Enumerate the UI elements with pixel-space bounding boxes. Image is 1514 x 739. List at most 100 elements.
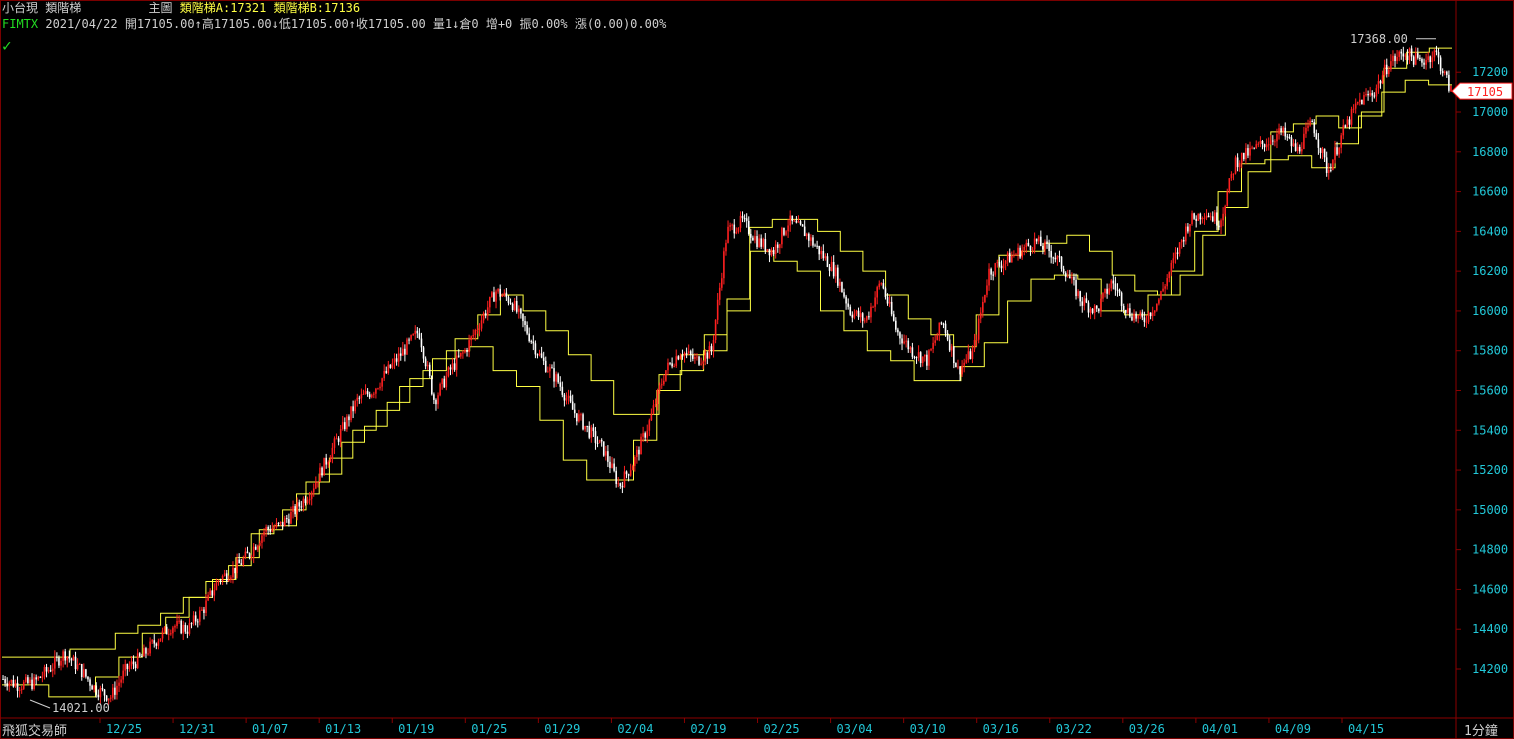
candle-body	[1383, 64, 1386, 76]
candle-body	[462, 352, 464, 354]
candle-body	[555, 374, 557, 382]
candle-body	[758, 238, 760, 247]
candle-body	[70, 658, 73, 661]
candle-body	[816, 245, 818, 247]
candle-body	[151, 640, 153, 642]
candle-body	[250, 556, 253, 558]
candle-body	[907, 340, 910, 350]
candle-body	[1398, 51, 1400, 57]
candle-body	[1060, 256, 1063, 269]
candle-body	[594, 431, 597, 443]
candle-body	[1106, 288, 1108, 294]
candle-body	[1033, 238, 1036, 250]
candle-body	[911, 347, 914, 357]
candle-body	[926, 354, 928, 366]
candle-body	[1377, 81, 1380, 89]
candle-body	[445, 376, 448, 388]
candle-body	[940, 322, 943, 324]
candle-body	[1334, 147, 1336, 160]
candle-body	[507, 297, 510, 303]
candle-body	[1441, 71, 1444, 74]
candle-body	[161, 630, 164, 639]
candle-body	[130, 661, 133, 666]
x-tick-label: 01/25	[471, 722, 507, 736]
candle-body	[186, 631, 189, 634]
candle-body	[1439, 57, 1442, 72]
candle-body	[1288, 136, 1291, 138]
candle-body	[408, 339, 410, 341]
candle-body	[54, 656, 56, 669]
candle-body	[967, 351, 970, 360]
candle-body	[955, 363, 957, 368]
candle-body	[1071, 276, 1073, 279]
candle-body	[557, 374, 559, 383]
interval-label[interactable]: 1分鐘	[1464, 720, 1498, 739]
candle-body	[62, 651, 64, 661]
candle-body	[1396, 56, 1398, 61]
candle-body	[692, 355, 694, 359]
candle-body	[580, 414, 582, 416]
candle-body	[1427, 56, 1429, 60]
candle-body	[598, 439, 601, 444]
candle-body	[1296, 146, 1299, 151]
candle-body	[118, 682, 120, 686]
candle-body	[257, 545, 259, 550]
candle-body	[629, 470, 632, 476]
candle-body	[265, 527, 267, 532]
x-tick-label: 04/09	[1275, 722, 1311, 736]
candle-body	[689, 351, 692, 356]
candle-body	[1122, 305, 1125, 310]
candle-body	[667, 362, 669, 371]
candle-body	[1313, 122, 1316, 134]
candle-body	[795, 220, 798, 223]
candle-body	[393, 358, 396, 364]
candle-body	[219, 580, 222, 582]
candle-body	[1230, 174, 1233, 179]
candle-body	[1075, 280, 1077, 297]
candle-body	[1367, 94, 1369, 96]
candle-body	[1166, 278, 1168, 287]
candle-body	[903, 341, 905, 344]
candle-body	[377, 388, 379, 390]
y-tick-label: 14200	[1472, 662, 1508, 676]
candle-body	[704, 352, 707, 362]
candle-body	[1042, 246, 1044, 250]
candle-body	[203, 609, 205, 613]
candle-body	[414, 330, 417, 335]
candle-body	[1114, 283, 1117, 290]
candle-body	[576, 413, 578, 422]
candle-body	[503, 292, 506, 296]
candle-body	[1278, 128, 1280, 135]
candle-body	[1272, 140, 1274, 142]
candle-body	[99, 688, 102, 698]
candle-body	[439, 384, 441, 396]
candle-body	[818, 245, 820, 255]
candle-body	[1199, 213, 1202, 220]
candle-body	[35, 677, 37, 680]
candle-body	[998, 262, 1001, 266]
candle-body	[839, 282, 841, 286]
candle-body	[368, 394, 371, 398]
candle-body	[1127, 308, 1129, 313]
candle-body	[1234, 157, 1237, 174]
candle-body	[787, 225, 789, 232]
candle-body	[1110, 280, 1113, 289]
candle-body	[306, 500, 309, 503]
candle-body	[843, 292, 845, 297]
candle-body	[1263, 144, 1266, 148]
candle-body	[768, 249, 771, 256]
candle-body	[938, 322, 941, 336]
candle-body	[1450, 86, 1452, 91]
candle-body	[530, 341, 533, 343]
candle-body	[828, 267, 831, 271]
candle-body	[391, 363, 394, 368]
candle-body	[29, 679, 31, 684]
candle-body	[520, 308, 522, 314]
candle-body	[561, 386, 564, 395]
candle-body	[1116, 289, 1119, 291]
candle-body	[223, 573, 226, 576]
candle-body	[549, 367, 551, 372]
candle-body	[2, 678, 4, 680]
ladder-b-line	[2, 79, 1452, 698]
candle-body	[1390, 61, 1392, 70]
